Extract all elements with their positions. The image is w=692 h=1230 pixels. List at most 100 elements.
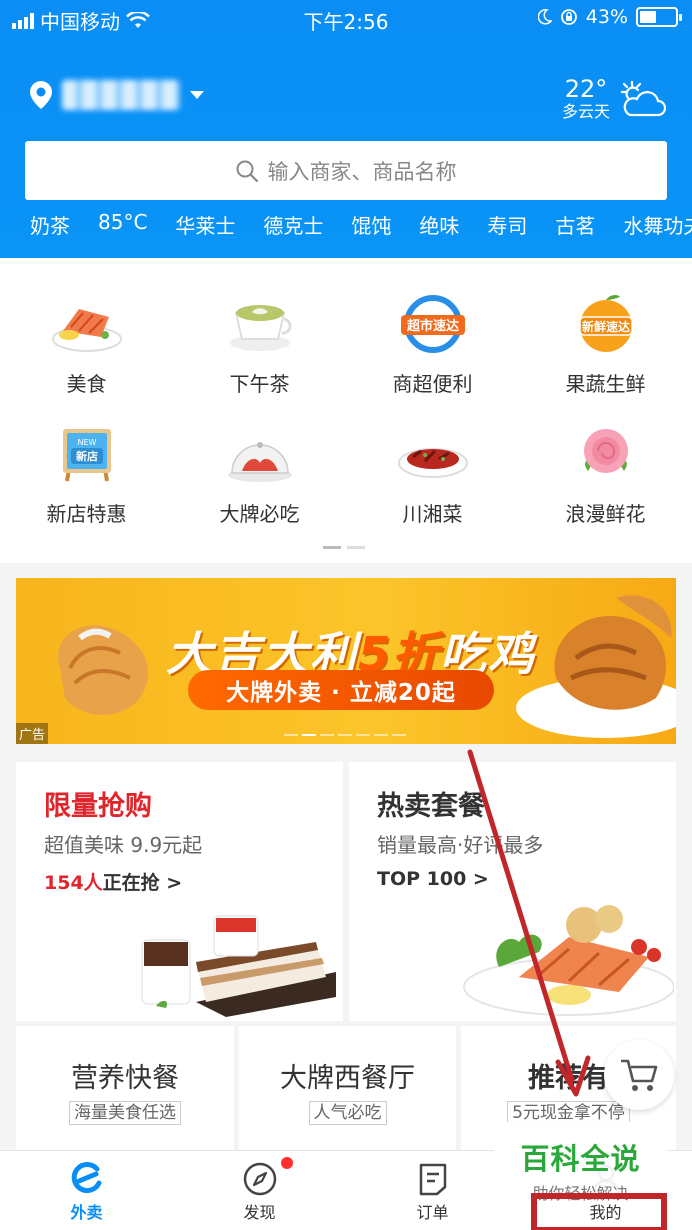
location-pin-icon [30,81,52,109]
banner-dot [392,734,406,736]
pager-dot [347,546,365,549]
hot-word[interactable]: 奶茶 [14,210,84,239]
category-label: 下午茶 [229,372,290,396]
salmon-steak-image [463,905,674,1016]
tab-discover[interactable]: 发现 [173,1157,346,1223]
search-bar[interactable]: 输入商家、商品名称 [25,141,667,200]
latte-cup-icon [229,305,292,351]
category-label: 大牌必吃 [219,502,300,526]
fried-chicken-plate-image [516,595,676,738]
quick-meal-card[interactable]: 营养快餐 海量美食任选 [16,1026,234,1150]
hot-word[interactable]: 古茗 [541,210,609,239]
category-afternoon-tea[interactable]: 下午茶 [173,288,346,397]
tab-label: 外卖 [70,1203,103,1222]
svg-text:NEW: NEW [77,438,96,447]
hot-word[interactable]: 德克士 [249,210,337,239]
banner-dot [374,734,388,736]
watermark-main: 百科全说 [520,1142,641,1176]
flash-sale-count: 154人正在抢 > [44,868,343,895]
category-pager [323,546,365,549]
flash-count-number: 154人 [44,872,103,894]
ad-label: 广告 [16,723,49,744]
category-new-store[interactable]: NEW 新店 新店特惠 [0,418,173,527]
watermark: 百科全说 助你轻松解决 [494,1122,667,1203]
weather-desc: 多云天 [561,102,610,121]
weather-temp: 22° [564,75,608,103]
header: 中国移动 下午2:56 43% 22° 多云天 输入商家、商品名称 奶茶 85°… [0,0,692,258]
cloudy-sun-icon [620,80,666,117]
small-card-title: 大牌西餐厅 [280,1063,415,1094]
status-right: 43% [537,6,682,28]
flash-sale-title: 限量抢购 [44,791,152,822]
battery-percent: 43% [585,6,628,28]
category-grid: 美食 下午茶 超市速达 商超便利 新鲜速达 果蔬生鲜 NEW 新店 新店特惠 大… [0,258,692,563]
flash-sale-subtitle: 超值美味 9.9元起 [44,833,203,857]
hot-word[interactable]: 绝味 [405,210,473,239]
category-fresh[interactable]: 新鲜速达 果蔬生鲜 [519,288,692,397]
hot-word[interactable]: 馄饨 [337,210,405,239]
category-sichuan-hunan[interactable]: 川湘菜 [346,418,519,527]
eleme-icon [71,1162,101,1194]
watermark-sub: 助你轻松解决 [532,1184,629,1203]
category-label: 新店特惠 [46,502,127,526]
hot-word[interactable]: 85°C [84,210,161,239]
hot-combo-subtitle: 销量最高·好评最多 [377,833,544,857]
category-label: 商超便利 [392,372,473,396]
category-supermarket[interactable]: 超市速达 商超便利 [346,288,519,397]
flash-sale-card[interactable]: 限量抢购 超值美味 9.9元起 154人正在抢 > [16,762,343,1021]
promo-banner[interactable]: 大吉大利5折吃鸡 大牌外卖 · 立减20起 广告 [16,578,676,744]
hot-word[interactable]: 水舞功夫 [609,210,692,239]
hot-words: 奶茶85°C华莱士德克士馄饨绝味寿司古茗水舞功夫 [14,210,692,239]
category-label: 果蔬生鲜 [565,372,646,396]
status-bar: 中国移动 下午2:56 43% [0,0,692,36]
supermarket-express-icon: 超市速达 [400,295,465,353]
banner-dot [338,734,352,736]
battery-icon [636,7,682,27]
search-placeholder: 输入商家、商品名称 [267,159,457,184]
banner-dot [284,734,298,736]
moon-icon [537,9,552,25]
category-flowers[interactable]: 浪漫鲜花 [519,418,692,527]
search-icon [236,160,258,182]
rotation-lock-icon [560,9,577,25]
category-label: 浪漫鲜花 [565,502,646,526]
tab-label: 发现 [243,1203,276,1222]
cloche-dish-icon [227,442,292,482]
svg-text:新鲜速达: 新鲜速达 [581,319,629,334]
hot-combo-title: 热卖套餐 [377,791,485,822]
cart-icon [621,1059,658,1091]
small-card-title: 营养快餐 [71,1063,179,1094]
category-label: 美食 [66,372,107,396]
hot-word[interactable]: 华莱士 [161,210,249,239]
category-food[interactable]: 美食 [0,288,173,397]
rose-icon [583,429,628,473]
banner-pager [284,734,406,736]
tab-takeout[interactable]: 外卖 [0,1159,173,1223]
category-top-brands[interactable]: 大牌必吃 [173,418,346,527]
hot-combo-card[interactable]: 热卖套餐 销量最高·好评最多 TOP 100 > [349,762,676,1021]
hot-word[interactable]: 寿司 [473,210,541,239]
small-card-tag: 海量美食任选 [69,1101,181,1125]
location-selector[interactable] [30,80,204,110]
banner-dot-active [302,734,316,736]
flash-count-suffix: 正在抢 > [102,872,183,894]
small-card-tag: 人气必吃 [308,1101,387,1125]
banner-dot [356,734,370,736]
svg-text:新店: 新店 [76,449,98,463]
compass-icon [243,1162,276,1196]
weather-widget[interactable]: 22° 多云天 [562,76,666,122]
banner-dot [320,734,334,736]
spicy-dish-icon [397,448,468,478]
category-label: 川湘菜 [402,502,463,526]
banner-pill: 大牌外卖 · 立减20起 [188,670,494,710]
location-text-blurred [62,80,180,110]
cart-button[interactable] [604,1040,674,1110]
salmon-plate-icon [51,309,122,352]
western-restaurant-card[interactable]: 大牌西餐厅 人气必吃 [239,1026,456,1150]
svg-text:超市速达: 超市速达 [406,318,458,334]
pager-dot-active [323,546,341,549]
caret-down-icon [190,90,204,99]
order-icon [419,1163,446,1196]
new-store-sign-icon: NEW 新店 [62,429,111,482]
dessert-image [141,915,336,1017]
